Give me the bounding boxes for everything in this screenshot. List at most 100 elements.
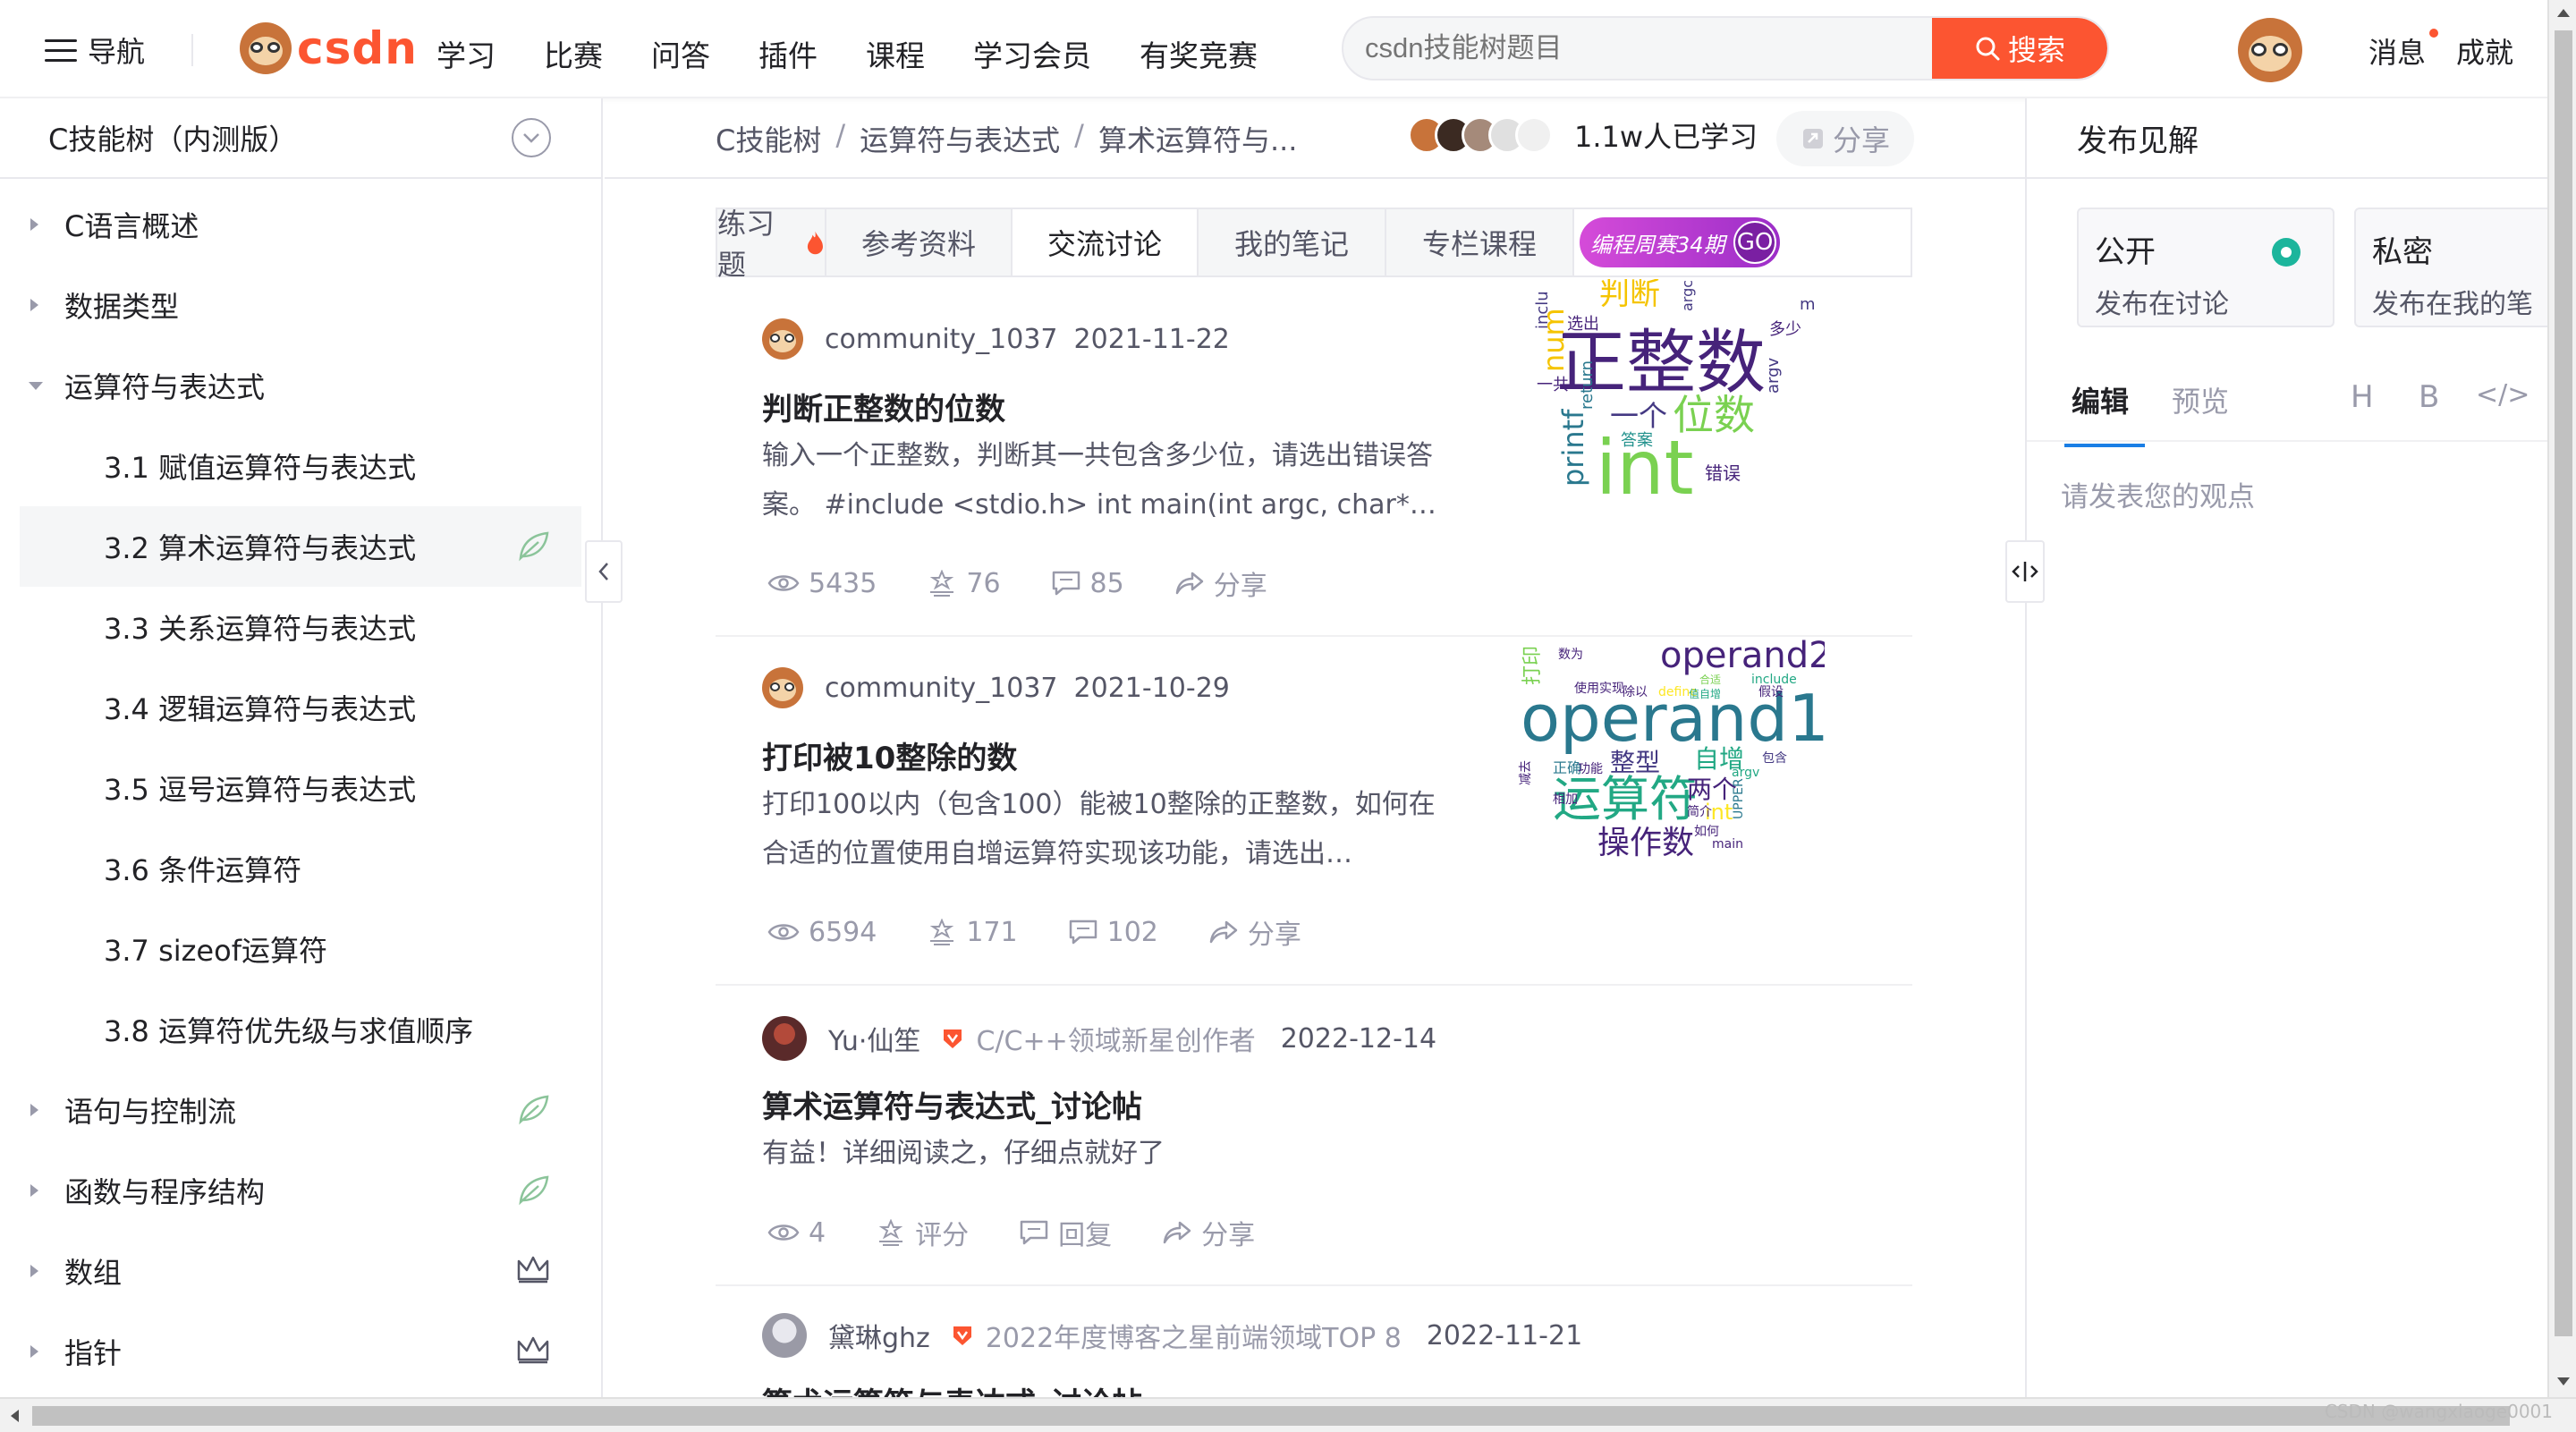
tab-references[interactable]: 参考资料 (826, 209, 1013, 275)
discussion-post[interactable]: community_1037 2021-10-29 打印被10整除的数 打印10… (716, 635, 1912, 986)
tree-item-label: 3.4 逻辑运算符与表达式 (104, 692, 417, 726)
breadcrumb-item[interactable]: C技能树 (716, 118, 821, 159)
nav-link-prize[interactable]: 有奖竞赛 (1140, 32, 1258, 75)
discussion-post[interactable]: community_1037 2021-11-22 判断正整数的位数 输入一个正… (716, 279, 1912, 637)
tab-discussion[interactable]: 交流讨论 (1013, 209, 1199, 275)
discussion-post[interactable]: 黛琳ghz 2022年度博客之星前端领域TOP 8 2022-11-21 算术运… (716, 1286, 1912, 1397)
tree-item-3-7[interactable]: 3.7 sizeof运算符 (0, 909, 601, 989)
achievements-link[interactable]: 成就 (2456, 30, 2513, 72)
rating-stat[interactable]: 171 (927, 917, 1018, 948)
visibility-public-option[interactable]: 公开 发布在讨论 (2077, 208, 2334, 327)
breadcrumb-item[interactable]: 运算符与表达式 (860, 118, 1060, 159)
nav-link-plugin[interactable]: 插件 (758, 32, 818, 75)
post-meta: community_1037 2021-10-29 (762, 667, 1230, 708)
horizontal-scroll-thumb[interactable] (32, 1406, 2510, 1426)
tree-item-data-types[interactable]: 数据类型 (0, 265, 601, 345)
comment-stat[interactable]: 102 (1068, 917, 1158, 948)
search-button[interactable]: 搜索 (1932, 18, 2107, 79)
tree-item-3-1[interactable]: 3.1 赋值运算符与表达式 (0, 426, 601, 506)
post-author[interactable]: community_1037 (825, 324, 1058, 355)
post-title[interactable]: 打印被10整除的数 (762, 733, 1017, 777)
panel-resize-handle[interactable] (2005, 540, 2045, 603)
tree-item-label: C语言概述 (64, 209, 199, 243)
word-cloud-word: 值自增 (1689, 687, 1721, 700)
post-title[interactable]: 算术运算符与表达式_讨论帖 (762, 1082, 1142, 1126)
tree-item-label: 3.1 赋值运算符与表达式 (104, 451, 417, 485)
tree-item-statements[interactable]: 语句与控制流 (0, 1070, 601, 1150)
tree-item-3-5[interactable]: 3.5 逗号运算符与表达式 (0, 748, 601, 828)
horizontal-scrollbar[interactable] (0, 1397, 2576, 1432)
bold-button[interactable]: B (2419, 379, 2439, 415)
tree-item-3-4[interactable]: 3.4 逻辑运算符与表达式 (0, 667, 601, 748)
word-cloud-word: 一共 (1537, 376, 1569, 394)
share-button[interactable]: 分享 (1776, 111, 1914, 166)
post-title[interactable]: 算术运算符与表达式_讨论帖 (762, 1379, 1142, 1397)
comment-stat[interactable]: 85 (1051, 568, 1124, 599)
promo-go-button[interactable]: GO (1733, 221, 1776, 264)
opinion-editor[interactable]: 请发表您的观点 (2061, 474, 2255, 514)
tree-item-label: 运算符与表达式 (64, 370, 266, 404)
reply-stat[interactable]: 回复 (1019, 1213, 1112, 1252)
share-stat[interactable]: 分享 (1174, 563, 1267, 603)
user-avatar[interactable] (2238, 18, 2302, 86)
vertical-scrollbar[interactable] (2547, 0, 2576, 1397)
tree-item-3-6[interactable]: 3.6 条件运算符 (0, 828, 601, 909)
discussion-post[interactable]: Yu·仙笙 C/C++领域新星创作者 2022-12-14 算术运算符与表达式_… (716, 986, 1912, 1286)
nav-link-course[interactable]: 课程 (866, 32, 925, 75)
learners-info: 1.1w人已学习 (1408, 114, 1758, 156)
tab-preview[interactable]: 预览 (2172, 379, 2229, 420)
crown-icon (517, 1256, 549, 1284)
post-stats: 6594 171 102 分享 (767, 912, 1352, 952)
tree-item-c-overview[interactable]: C语言概述 (0, 184, 601, 265)
tree-item-3-8[interactable]: 3.8 运算符优先级与求值顺序 (0, 989, 601, 1070)
tree-item-label: 3.5 逗号运算符与表达式 (104, 773, 417, 807)
tree-item-arrays[interactable]: 数组 (0, 1231, 601, 1311)
ratings-count: 76 (966, 567, 1001, 599)
tab-label: 参考资料 (860, 227, 976, 261)
share-stat[interactable]: 分享 (1208, 912, 1301, 952)
nav-link-contest[interactable]: 比赛 (544, 32, 603, 75)
tab-edit[interactable]: 编辑 (2063, 379, 2146, 447)
sidebar-collapse-button[interactable] (585, 540, 623, 603)
csdn-logo[interactable]: csdn (240, 21, 418, 75)
post-title[interactable]: 判断正整数的位数 (762, 385, 1005, 428)
nav-menu-button[interactable]: 导航 (45, 30, 145, 70)
post-date: 2022-11-21 (1426, 1319, 1583, 1352)
share-label: 分享 (1201, 1220, 1256, 1251)
tree-item-functions[interactable]: 函数与程序结构 (0, 1150, 601, 1231)
messages-link[interactable]: 消息 (2368, 29, 2439, 72)
heading-button[interactable]: H (2351, 379, 2374, 415)
post-author[interactable]: Yu·仙笙 (828, 1019, 920, 1058)
post-author[interactable]: 黛琳ghz (828, 1316, 930, 1355)
rating-stat[interactable]: 评分 (876, 1213, 969, 1252)
word-cloud-word: main (1712, 837, 1743, 852)
scroll-down-arrow-icon[interactable] (2557, 1377, 2570, 1385)
word-cloud-word: operand2 (1660, 635, 1825, 676)
tree-item-operators[interactable]: 运算符与表达式 (0, 345, 601, 426)
vertical-scroll-thumb[interactable] (2555, 30, 2572, 1336)
search-input[interactable] (1365, 18, 1848, 79)
nav-link-vip[interactable]: 学习会员 (973, 32, 1091, 75)
caret-right-icon (30, 1345, 38, 1358)
weekly-contest-banner[interactable]: 编程周赛34期 GO (1580, 217, 1780, 267)
visibility-private-option[interactable]: 私密 发布在我的笔 (2354, 208, 2569, 327)
sidebar-dropdown-button[interactable] (512, 118, 551, 157)
tab-my-notes[interactable]: 我的笔记 (1199, 209, 1386, 275)
post-author[interactable]: community_1037 (825, 673, 1058, 704)
tree-item-pointers[interactable]: 指针 (0, 1311, 601, 1392)
scroll-left-arrow-icon[interactable] (11, 1410, 19, 1422)
nav-link-qa[interactable]: 问答 (651, 32, 710, 75)
code-button[interactable]: </> (2476, 379, 2529, 411)
share-stat[interactable]: 分享 (1162, 1213, 1255, 1252)
nav-link-learn[interactable]: 学习 (436, 32, 496, 75)
rating-stat[interactable]: 76 (927, 567, 1001, 599)
scroll-up-arrow-icon[interactable] (2557, 9, 2570, 17)
word-cloud-word: return (1578, 360, 1597, 410)
tab-exercises[interactable]: 练习题 (717, 207, 826, 282)
tab-column-courses[interactable]: 专栏课程 (1386, 209, 1574, 275)
tree-item-3-3[interactable]: 3.3 关系运算符与表达式 (0, 587, 601, 667)
resize-arrows-icon (2012, 562, 2038, 581)
views-count: 6594 (809, 916, 877, 948)
tree-item-3-2[interactable]: 3.2 算术运算符与表达式 (20, 506, 581, 587)
nav-menu-label: 导航 (88, 35, 146, 69)
